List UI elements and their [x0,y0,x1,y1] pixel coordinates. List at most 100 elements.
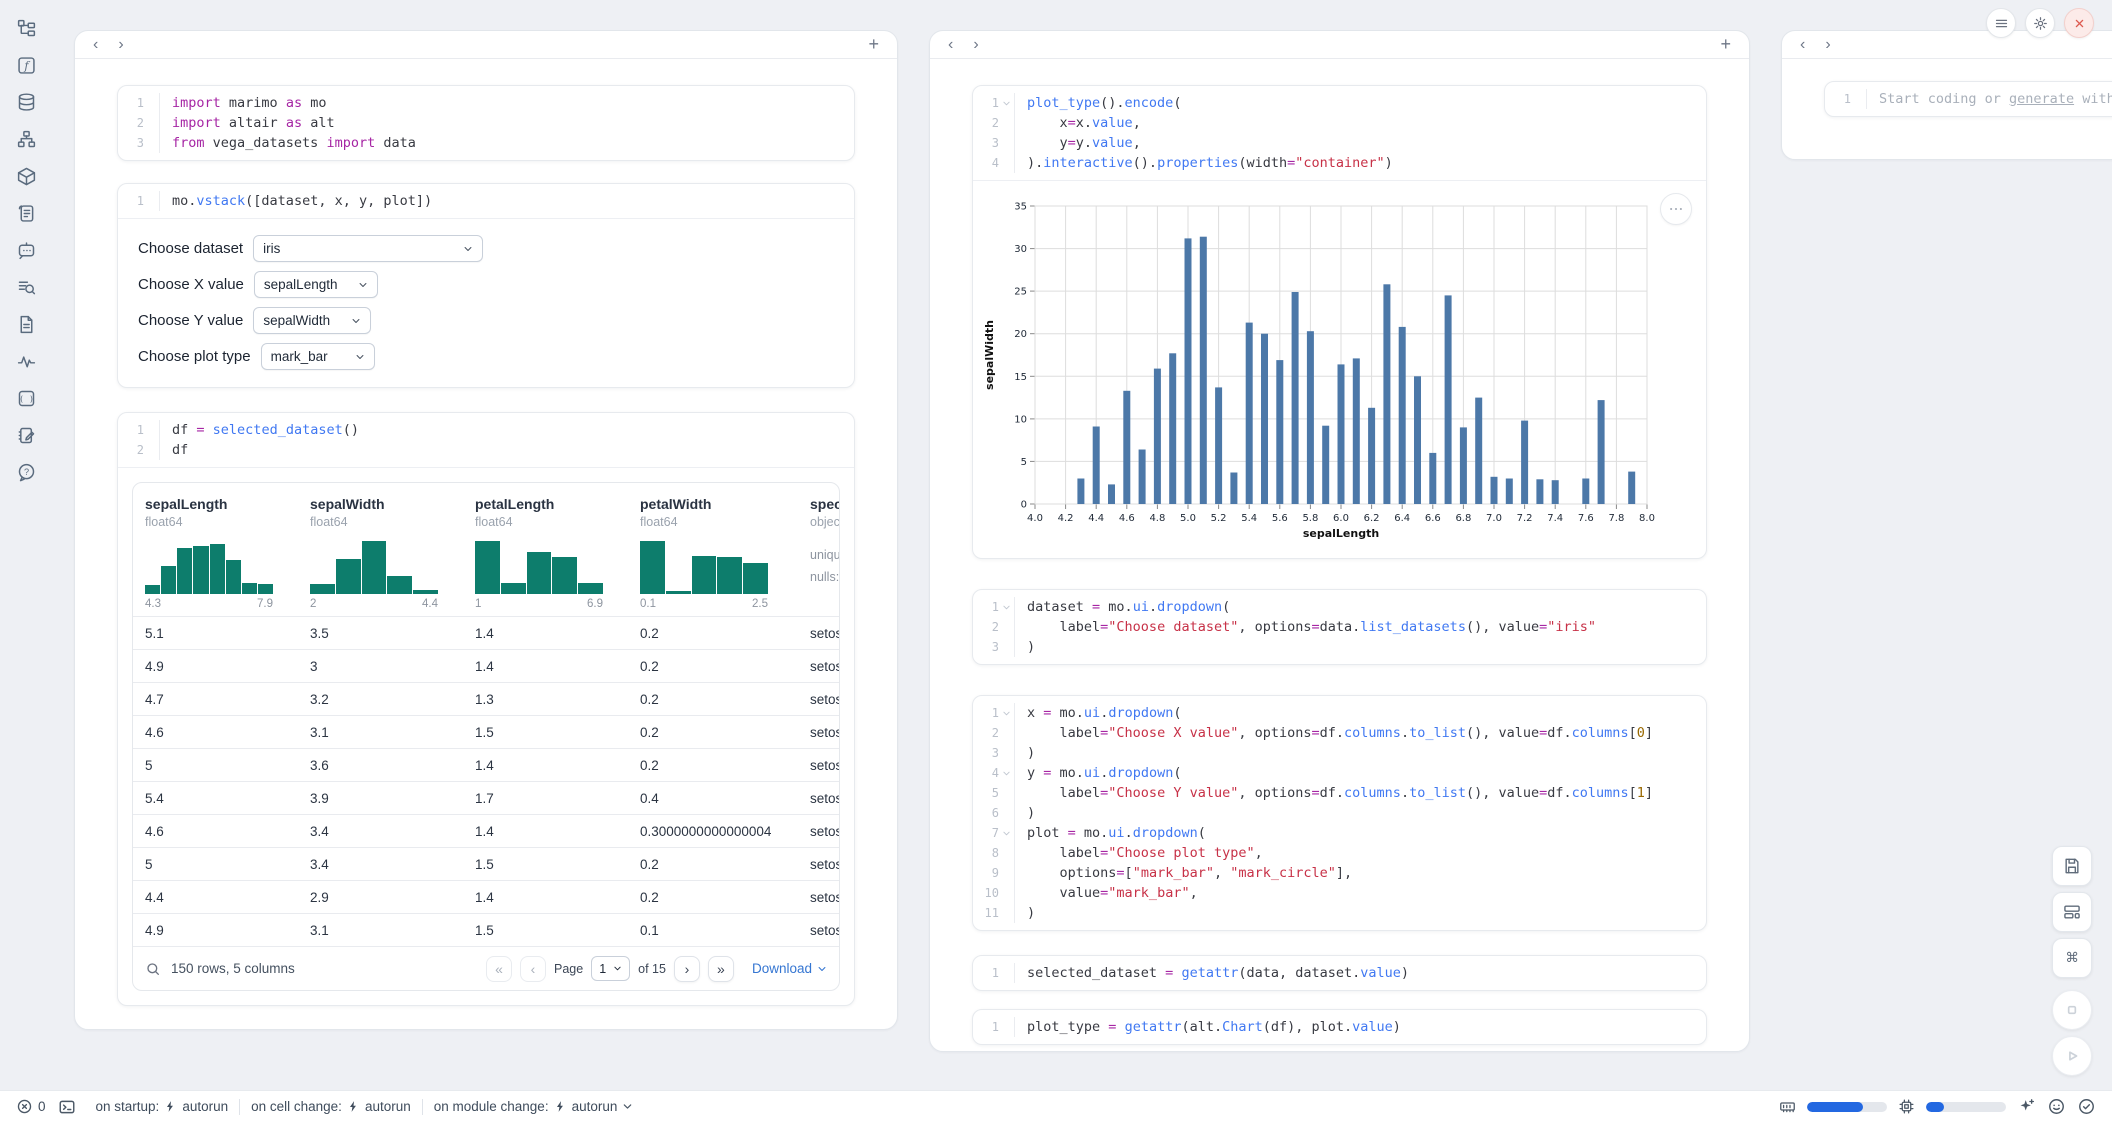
errors-indicator[interactable]: 0 [16,1098,46,1115]
prev-page-button[interactable]: ‹ [520,956,546,982]
notebook-column-3: ‹ › 1 Start coding or generate with [1781,30,2112,160]
table-cell: 1.5 [463,725,628,740]
snippets-icon[interactable]: ( ) [16,388,37,409]
table-cell: 0.2 [628,692,798,707]
table-cell: 0.2 [628,725,798,740]
ai-sparkles-button[interactable] [2017,1097,2036,1116]
fold-chevron-icon[interactable] [999,763,1014,783]
table-cell: 1.5 [463,923,628,938]
dataframe-output: sepalLengthfloat644.37.9sepalWidthfloat6… [118,467,854,1005]
connection-status-icon[interactable] [2077,1097,2096,1116]
table-cell: 1.7 [463,791,628,806]
empty-code-cell[interactable]: 1 Start coding or generate with [1824,81,2112,117]
svg-text:4.2: 4.2 [1058,513,1074,524]
generate-link[interactable]: generate [2009,91,2074,107]
chevron-right-icon[interactable]: › [118,37,123,53]
terminal-button[interactable] [58,1098,76,1116]
choose-x-value-select[interactable]: sepalLength [254,271,378,298]
table-header-row: sepalLengthfloat644.37.9sepalWidthfloat6… [133,483,839,616]
fold-chevron-icon[interactable] [999,703,1014,723]
chevron-left-icon[interactable]: ‹ [93,37,98,53]
table-row: 53.41.50.2setosa [133,847,839,880]
tracing-icon[interactable] [16,351,37,372]
run-button[interactable] [2052,1036,2092,1076]
dropdown-label: Choose dataset [138,240,243,257]
runtime-config-2[interactable]: on cell change:autorun [251,1099,411,1114]
scratchpad-icon[interactable] [16,425,37,446]
column-histogram[interactable] [145,538,273,594]
line-number: 1 [1825,89,1851,109]
column-1-header: ‹ › + [75,31,897,59]
chart-menu-button[interactable] [1660,193,1692,225]
line-number: 2 [118,440,144,460]
last-page-button[interactable]: » [708,956,734,982]
table-cell: 0.2 [628,890,798,905]
fold-chevron-icon[interactable] [999,597,1014,617]
download-button[interactable]: Download [752,961,827,976]
first-page-button[interactable]: « [486,956,512,982]
placeholder-text: with [2074,91,2112,107]
column-header-species[interactable]: speciesobjectunique:nulls: [798,483,839,616]
layout-toggle-button[interactable] [2052,892,2092,932]
column-header-petalLength[interactable]: petalLengthfloat6416.9 [463,483,628,616]
page-label: Page [554,962,583,976]
table-cell: 1.4 [463,626,628,641]
close-button[interactable] [2064,8,2094,38]
chevron-right-icon[interactable]: › [1825,37,1830,53]
runtime-config-3[interactable]: on module change:autorun [434,1099,634,1114]
table-row: 53.61.40.2setosa [133,748,839,781]
column-header-sepalWidth[interactable]: sepalWidthfloat6424.4 [298,483,463,616]
add-cell-button[interactable]: + [1720,34,1731,55]
table-summary: 150 rows, 5 columns [171,961,295,976]
code-editor[interactable]: 1x = mo.ui.dropdown(2 label="Choose X va… [973,696,1706,930]
choose-y-value-select[interactable]: sepalWidth [253,307,371,334]
next-page-button[interactable]: › [674,956,700,982]
column-header-sepalLength[interactable]: sepalLengthfloat644.37.9 [133,483,298,616]
code-editor[interactable]: 1plot_type = getattr(alt.Chart(df), plot… [973,1010,1706,1044]
code-editor[interactable]: 1plot_type().encode(2 x=x.value,3 y=y.va… [973,86,1706,180]
variables-icon[interactable]: f [16,55,37,76]
file-tree-icon[interactable] [16,18,37,39]
table-cell: 4.6 [133,725,298,740]
page-select[interactable]: 1 [591,956,630,981]
column-histogram[interactable] [310,538,438,594]
code-editor[interactable]: 1mo.vstack([dataset, x, y, plot]) [118,184,854,218]
documentation-icon[interactable] [16,314,37,335]
data-sources-icon[interactable] [16,92,37,113]
fold-chevron-icon[interactable] [999,823,1014,843]
runtime-config-1[interactable]: on startup:autorun [96,1099,229,1114]
search-icon[interactable] [145,961,161,977]
code-editor[interactable]: 1dataset = mo.ui.dropdown(2 label="Choos… [973,590,1706,664]
add-cell-button[interactable]: + [868,34,879,55]
chevron-left-icon[interactable]: ‹ [1800,37,1805,53]
code-editor[interactable]: 1df = selected_dataset()2df [118,413,854,467]
settings-button[interactable] [2025,8,2055,38]
chevron-left-icon[interactable]: ‹ [948,37,953,53]
logs-icon[interactable] [16,277,37,298]
stop-button[interactable] [2052,990,2092,1030]
fold-chevron-icon[interactable] [999,93,1014,113]
choose-plot-type-select[interactable]: mark_bar [261,343,375,370]
code-editor[interactable]: 1import marimo as mo2import altair as al… [118,86,854,160]
chevron-right-icon[interactable]: › [973,37,978,53]
column-histogram[interactable] [475,538,603,594]
column-histogram[interactable] [640,538,768,594]
dependency-graph-icon[interactable] [16,129,37,150]
table-cell: setosa [798,758,839,773]
table-row: 4.63.11.50.2setosa [133,715,839,748]
sepal-bar-chart[interactable]: 4.04.24.44.64.85.05.25.45.65.86.06.26.46… [980,190,1706,550]
ai-placeholder[interactable]: Start coding or generate with [1866,89,2112,109]
code-editor[interactable]: 1selected_dataset = getattr(data, datase… [973,956,1706,990]
menu-button[interactable] [1986,8,2016,38]
chevron-down-icon [347,352,365,362]
choose-dataset-select[interactable]: iris [253,235,483,262]
keyboard-shortcuts-button[interactable]: ⌘ [2052,938,2092,978]
outline-icon[interactable] [16,203,37,224]
column-header-petalWidth[interactable]: petalWidthfloat640.12.5 [628,483,798,616]
save-button[interactable] [2052,846,2092,886]
packages-icon[interactable] [16,166,37,187]
line-number: 5 [973,783,999,803]
help-icon[interactable]: ? [16,462,37,483]
assistant-button[interactable] [2047,1097,2066,1116]
ai-chat-icon[interactable] [16,240,37,261]
